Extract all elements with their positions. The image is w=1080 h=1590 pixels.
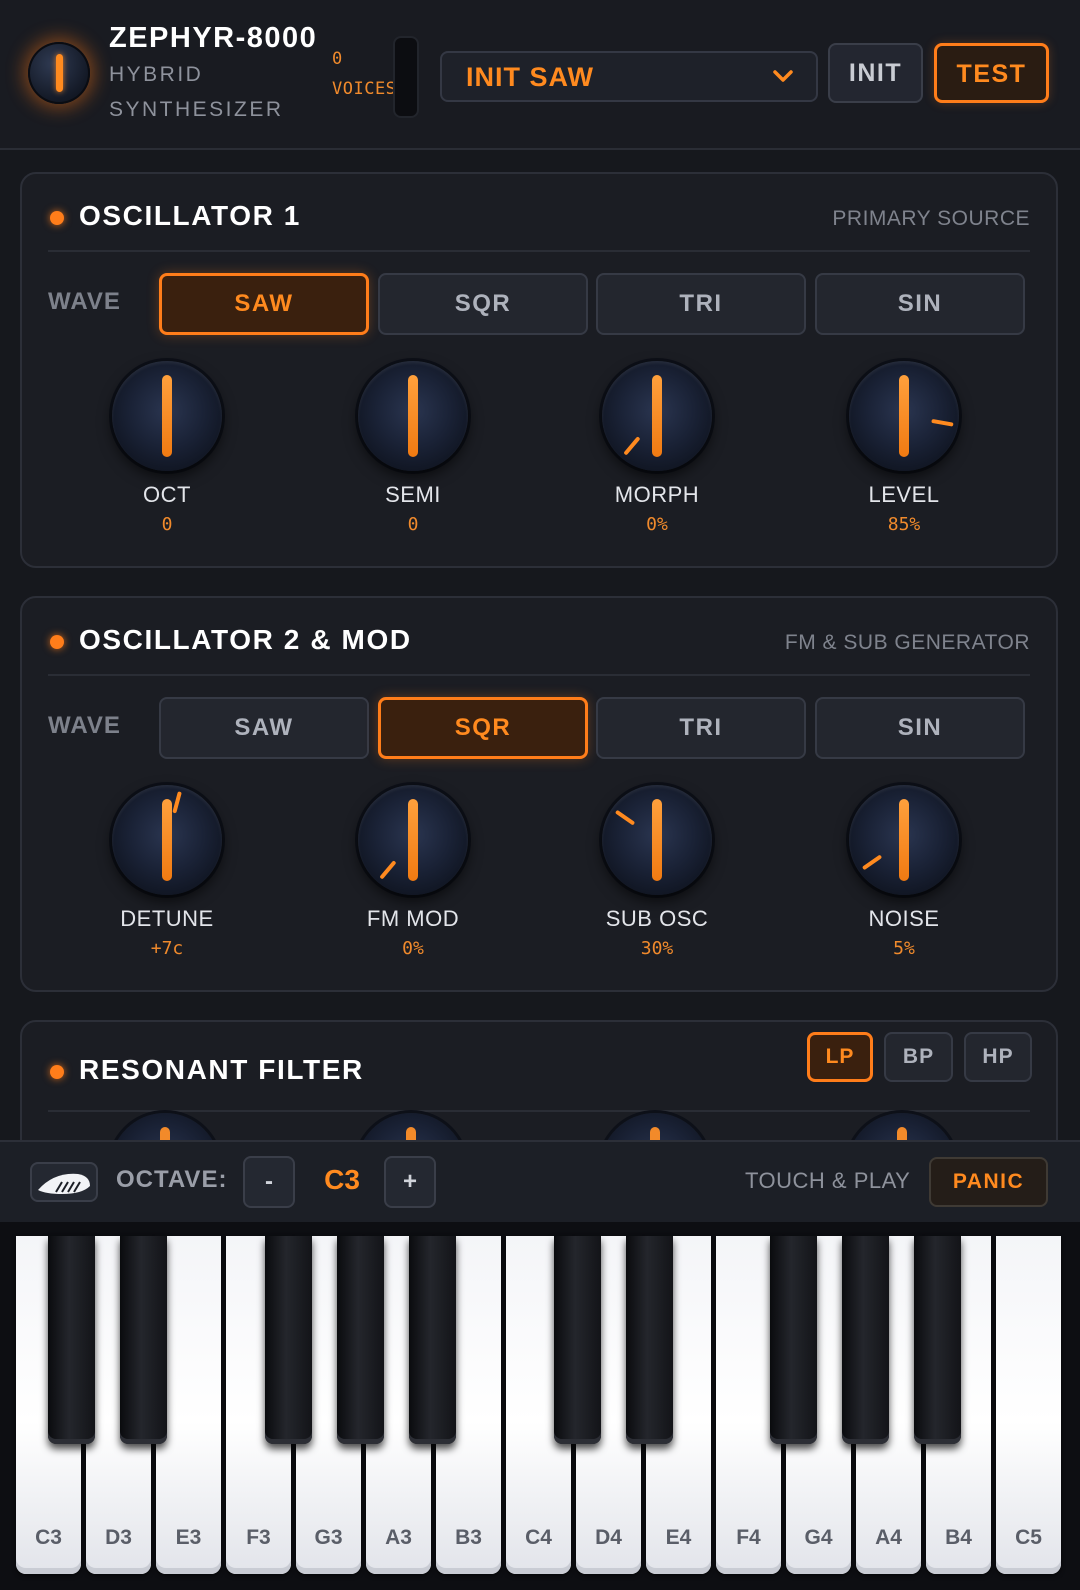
voice-meter	[393, 36, 419, 118]
key-label: E3	[175, 1526, 202, 1549]
key-label: E4	[665, 1526, 692, 1549]
panel-title: OSCILLATOR 2 & MOD	[79, 624, 412, 655]
panic-button[interactable]: PANIC	[929, 1157, 1048, 1207]
preset-select[interactable]: INIT SAW	[440, 51, 818, 102]
chevron-down-icon	[773, 70, 793, 82]
black-key[interactable]	[554, 1236, 601, 1444]
wave-label: WAVE	[48, 288, 121, 315]
osc2-wave-sqr-button[interactable]: SQR	[378, 697, 588, 759]
black-key[interactable]	[48, 1236, 95, 1444]
oscillator-2-panel: OSCILLATOR 2 & MOD FM & SUB GENERATOR WA…	[20, 596, 1058, 992]
knob-label: SUB OSC	[605, 906, 709, 931]
osc1-wave-tri-button[interactable]: TRI	[596, 273, 806, 335]
knob-value: 5%	[893, 938, 915, 959]
status-dot-icon	[50, 211, 64, 225]
knob-label: FM MOD	[366, 906, 460, 931]
oscillator-1-panel: OSCILLATOR 1 PRIMARY SOURCE WAVE SAW SQR…	[20, 172, 1058, 568]
panel-title: OSCILLATOR 1	[79, 200, 301, 231]
init-button[interactable]: INIT	[828, 43, 923, 103]
panel-title: RESONANT FILTER	[79, 1054, 364, 1085]
pitch-wheel-button[interactable]	[30, 1162, 98, 1202]
knob-value: 0%	[646, 514, 668, 535]
key-label: F3	[246, 1526, 271, 1549]
white-key[interactable]: C5	[996, 1236, 1061, 1574]
osc1-wave-sin-button[interactable]: SIN	[815, 273, 1025, 335]
key-label: C5	[1015, 1526, 1042, 1549]
knob-value: 0	[161, 514, 173, 535]
black-key[interactable]	[770, 1236, 817, 1444]
divider	[48, 250, 1030, 252]
touch-play-label: TOUCH & PLAY	[745, 1168, 911, 1193]
key-label: C3	[35, 1526, 62, 1549]
divider	[48, 674, 1030, 676]
key-label: C4	[525, 1526, 552, 1549]
black-key[interactable]	[626, 1236, 673, 1444]
app-subtitle-line1: HYBRID	[109, 63, 204, 86]
test-button[interactable]: TEST	[934, 43, 1049, 103]
knob-value: 0	[407, 514, 419, 535]
black-key[interactable]	[842, 1236, 889, 1444]
black-key[interactable]	[409, 1236, 456, 1444]
status-dot-icon	[50, 1065, 64, 1079]
panel-subtitle: PRIMARY SOURCE	[832, 207, 1030, 230]
piano-keyboard: C3 D3 E3 F3 G3 A3 B3 C4 D4 E4 F4 G4 A4 B…	[0, 1222, 1080, 1590]
osc2-wave-sin-button[interactable]: SIN	[815, 697, 1025, 759]
knob-value: 0%	[402, 938, 424, 959]
voices-label: VOICES	[332, 79, 397, 99]
detune-knob[interactable]	[112, 785, 222, 895]
noise-knob[interactable]	[849, 785, 959, 895]
voices-count: 0	[332, 49, 343, 69]
key-label: F4	[736, 1526, 761, 1549]
knob-label: MORPH	[614, 482, 700, 507]
app-title: ZEPHYR-8000	[109, 22, 318, 54]
octave-label: OCTAVE:	[116, 1166, 228, 1193]
pitch-wheel-icon	[38, 1173, 90, 1194]
filter-lp-button[interactable]: LP	[807, 1032, 873, 1082]
filter-hp-button[interactable]: HP	[964, 1032, 1032, 1082]
filter-bp-button[interactable]: BP	[884, 1032, 953, 1082]
knob-label: DETUNE	[120, 906, 214, 931]
key-label: B4	[945, 1526, 972, 1549]
osc2-wave-saw-button[interactable]: SAW	[159, 697, 369, 759]
app-subtitle-line2: SYNTHESIZER	[109, 98, 284, 121]
black-key[interactable]	[914, 1236, 961, 1444]
key-label: G4	[804, 1526, 833, 1549]
knob-value: +7c	[150, 938, 184, 959]
key-label: D3	[105, 1526, 132, 1549]
header-bar: ZEPHYR-8000 HYBRID SYNTHESIZER 0 VOICES …	[0, 0, 1080, 150]
wave-label: WAVE	[48, 712, 121, 739]
osc2-wave-tri-button[interactable]: TRI	[596, 697, 806, 759]
octave-value: C3	[324, 1164, 360, 1195]
key-label: A3	[385, 1526, 412, 1549]
level-knob[interactable]	[849, 361, 959, 471]
black-key[interactable]	[120, 1236, 167, 1444]
key-label: B3	[455, 1526, 482, 1549]
octave-up-button[interactable]: +	[384, 1156, 436, 1208]
semi-knob[interactable]	[358, 361, 468, 471]
panel-subtitle: FM & SUB GENERATOR	[784, 631, 1030, 654]
knob-value: 85%	[887, 514, 921, 535]
knob-value: 30%	[640, 938, 674, 959]
morph-knob[interactable]	[602, 361, 712, 471]
knob-label: OCT	[143, 482, 191, 507]
knob-label: SEMI	[385, 482, 441, 507]
logo-knob-icon	[28, 42, 90, 104]
key-label: A4	[875, 1526, 902, 1549]
black-key[interactable]	[337, 1236, 384, 1444]
sub-osc-knob[interactable]	[602, 785, 712, 895]
keyboard-control-bar: OCTAVE: - C3 + TOUCH & PLAY PANIC	[0, 1140, 1080, 1224]
fm-mod-knob[interactable]	[358, 785, 468, 895]
status-dot-icon	[50, 635, 64, 649]
osc1-wave-saw-button[interactable]: SAW	[159, 273, 369, 335]
key-label: D4	[595, 1526, 622, 1549]
preset-name: INIT SAW	[466, 62, 594, 92]
osc1-wave-sqr-button[interactable]: SQR	[378, 273, 588, 335]
knob-label: NOISE	[868, 906, 940, 931]
key-label: G3	[314, 1526, 343, 1549]
divider	[48, 1110, 1030, 1112]
octave-down-button[interactable]: -	[243, 1156, 295, 1208]
black-key[interactable]	[265, 1236, 312, 1444]
oct-knob[interactable]	[112, 361, 222, 471]
knob-label: LEVEL	[868, 482, 940, 507]
